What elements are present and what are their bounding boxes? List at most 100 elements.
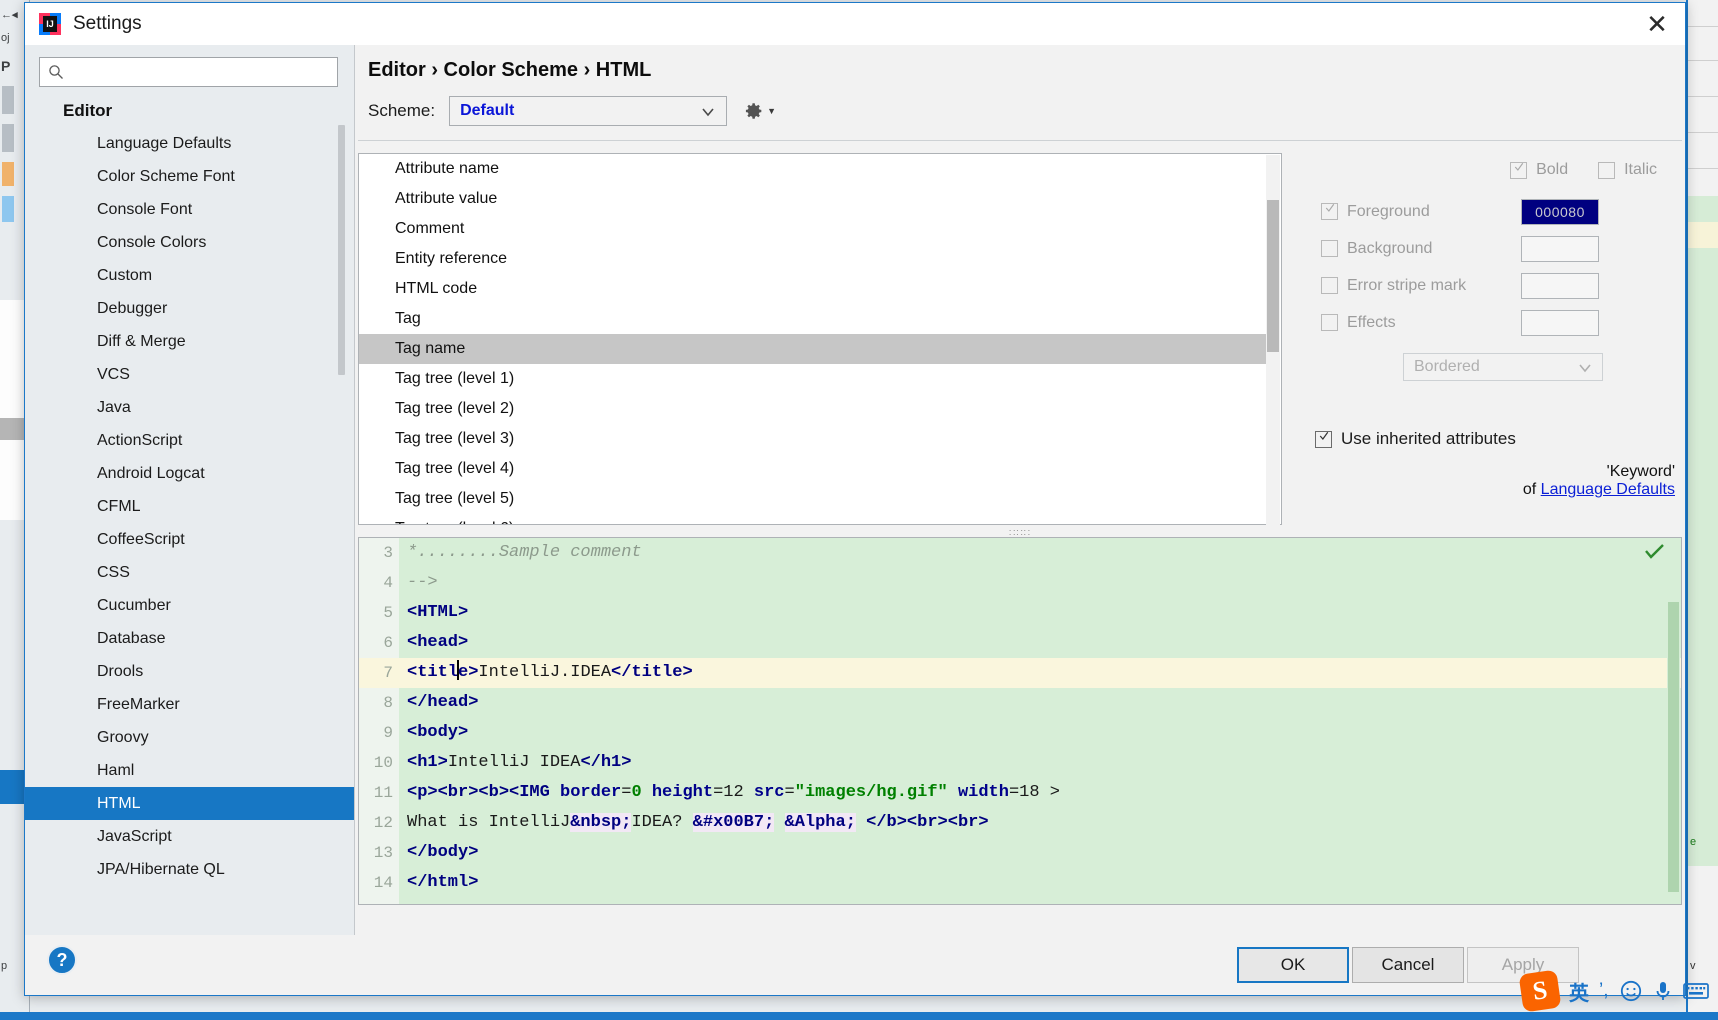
sidebar-item-custom[interactable]: Custom	[25, 259, 354, 292]
smiley-icon[interactable]	[1619, 979, 1643, 1003]
attribute-editor-panel: Bold Italic Foreground 000080 Background…	[1301, 153, 1683, 525]
attribute-item-html-code[interactable]: HTML code	[359, 274, 1267, 304]
sidebar-item-jpa-hibernate-ql[interactable]: JPA/Hibernate QL	[25, 853, 354, 886]
code-token: </title>	[611, 663, 693, 682]
sidebar-item-console-colors[interactable]: Console Colors	[25, 226, 354, 259]
attribute-item-tag-tree-level-3[interactable]: Tag tree (level 3)	[359, 424, 1267, 454]
sidebar-item-freemarker[interactable]: FreeMarker	[25, 688, 354, 721]
code-token: =	[713, 783, 724, 802]
background-checkbox[interactable]: Background	[1321, 240, 1521, 258]
attribute-item-tag[interactable]: Tag	[359, 304, 1267, 334]
attribute-item-attribute-value[interactable]: Attribute value	[359, 184, 1267, 214]
foreground-color-swatch[interactable]: 000080	[1521, 198, 1599, 225]
italic-checkbox-box	[1598, 161, 1616, 179]
code-token: </body>	[407, 843, 479, 862]
background-checkbox-box	[1321, 240, 1338, 257]
sidebar-item-debugger[interactable]: Debugger	[25, 292, 354, 325]
error-stripe-color-swatch[interactable]	[1521, 272, 1599, 299]
sidebar-item-java[interactable]: Java	[25, 391, 354, 424]
bg-left-chip-2	[2, 162, 14, 186]
attribute-item-label: Tag tree (level 2)	[395, 400, 515, 417]
code-token: e>	[458, 663, 479, 682]
help-button[interactable]: ?	[47, 945, 77, 975]
sidebar-item-diff-merge[interactable]: Diff & Merge	[25, 325, 354, 358]
sidebar-item-database[interactable]: Database	[25, 622, 354, 655]
search-box[interactable]	[39, 57, 338, 87]
attribute-item-tag-tree-level-5[interactable]: Tag tree (level 5)	[359, 484, 1267, 514]
code-line-text: <head>	[407, 628, 468, 658]
background-label: Background	[1347, 239, 1433, 257]
sidebar-item-javascript[interactable]: JavaScript	[25, 820, 354, 853]
sidebar-item-actionscript[interactable]: ActionScript	[25, 424, 354, 457]
attribute-item-entity-reference[interactable]: Entity reference	[359, 244, 1267, 274]
tree-root-editor[interactable]: Editor	[25, 99, 354, 127]
code-line: 5 <HTML>	[359, 598, 1681, 628]
code-token: <h1>	[407, 753, 448, 772]
code-token: &Alpha;	[784, 813, 856, 832]
sidebar-item-cfml[interactable]: CFML	[25, 490, 354, 523]
code-line: 8 </head>	[359, 688, 1681, 718]
line-number: 10	[373, 754, 393, 772]
close-icon[interactable]: ✕	[1629, 3, 1685, 45]
attribute-item-tag-tree-level-4[interactable]: Tag tree (level 4)	[359, 454, 1267, 484]
sidebar-item-cucumber[interactable]: Cucumber	[25, 589, 354, 622]
effects-color-swatch[interactable]	[1521, 309, 1599, 336]
preview-scrollbar[interactable]	[1667, 602, 1680, 904]
code-token: border	[560, 783, 622, 802]
sidebar-item-css[interactable]: CSS	[25, 556, 354, 589]
sidebar-item-vcs[interactable]: VCS	[25, 358, 354, 391]
attribute-item-comment[interactable]: Comment	[359, 214, 1267, 244]
preview-scrollbar-thumb[interactable]	[1668, 602, 1679, 892]
keyboard-icon[interactable]	[1682, 981, 1709, 1001]
attribute-item-attribute-name[interactable]: Attribute name	[359, 154, 1267, 184]
bold-checkbox[interactable]: Bold	[1510, 161, 1568, 179]
sidebar-item-groovy[interactable]: Groovy	[25, 721, 354, 754]
sidebar-item-language-defaults[interactable]: Language Defaults	[25, 127, 354, 160]
code-preview-panel[interactable]: 3 *........Sample comment 4 --> 5 <HTML> 6 <hea…	[358, 537, 1682, 905]
use-inherited-attributes-checkbox[interactable]: Use inherited attributes	[1315, 429, 1516, 449]
panel-splitter[interactable]: ∷∷∷	[358, 528, 1682, 539]
code-token: <HTML>	[407, 603, 469, 622]
attribute-item-tag-tree-level-6[interactable]: Tag tree (level 6)	[359, 514, 1267, 524]
microphone-icon[interactable]	[1653, 979, 1673, 1003]
cancel-button[interactable]: Cancel	[1352, 947, 1464, 983]
foreground-checkbox[interactable]: Foreground	[1321, 203, 1521, 221]
line-number: 8	[383, 694, 393, 712]
language-defaults-link[interactable]: Language Defaults	[1541, 481, 1675, 498]
sidebar-item-coffeescript[interactable]: CoffeeScript	[25, 523, 354, 556]
sidebar-scrollbar-thumb[interactable]	[338, 125, 345, 375]
ime-mode-label[interactable]: 英	[1569, 977, 1589, 1006]
background-color-swatch[interactable]	[1521, 235, 1599, 262]
italic-checkbox[interactable]: Italic	[1598, 161, 1657, 179]
code-token: <p><br><b><IMG	[407, 783, 561, 802]
attribute-item-tag-tree-level-1[interactable]: Tag tree (level 1)	[359, 364, 1267, 394]
error-stripe-row: Error stripe mark	[1321, 267, 1683, 304]
scheme-settings-button[interactable]: ▼	[743, 100, 776, 122]
sidebar-item-android-logcat[interactable]: Android Logcat	[25, 457, 354, 490]
effect-type-select[interactable]: Bordered	[1403, 353, 1603, 381]
sidebar-item-html[interactable]: HTML	[25, 787, 354, 820]
sidebar-item-haml[interactable]: Haml	[25, 754, 354, 787]
code-token: &#x00B7;	[692, 813, 775, 832]
sidebar-item-console-font[interactable]: Console Font	[25, 193, 354, 226]
sogou-ime-logo-icon[interactable]: S	[1518, 969, 1562, 1013]
code-line-text: </head>	[407, 688, 478, 718]
attribute-item-tag-name[interactable]: Tag name	[359, 334, 1267, 364]
code-token: <titl	[407, 663, 459, 682]
effects-label: Effects	[1347, 313, 1396, 331]
attributes-scrollbar-thumb[interactable]	[1267, 200, 1279, 352]
ime-punctuation-toggle[interactable]: ’,	[1599, 980, 1609, 1002]
attribute-item-label: Tag tree (level 4)	[395, 460, 515, 477]
sidebar-item-label: Android Logcat	[97, 465, 205, 482]
error-stripe-checkbox[interactable]: Error stripe mark	[1321, 277, 1521, 295]
sidebar-item-drools[interactable]: Drools	[25, 655, 354, 688]
ok-button[interactable]: OK	[1237, 947, 1349, 983]
attributes-scrollbar[interactable]	[1266, 155, 1280, 525]
sidebar-item-color-scheme-font[interactable]: Color Scheme Font	[25, 160, 354, 193]
attribute-item-tag-tree-level-2[interactable]: Tag tree (level 2)	[359, 394, 1267, 424]
effects-checkbox[interactable]: Effects	[1321, 314, 1521, 332]
scheme-select[interactable]: Default	[449, 96, 728, 126]
search-input[interactable]	[70, 63, 331, 81]
